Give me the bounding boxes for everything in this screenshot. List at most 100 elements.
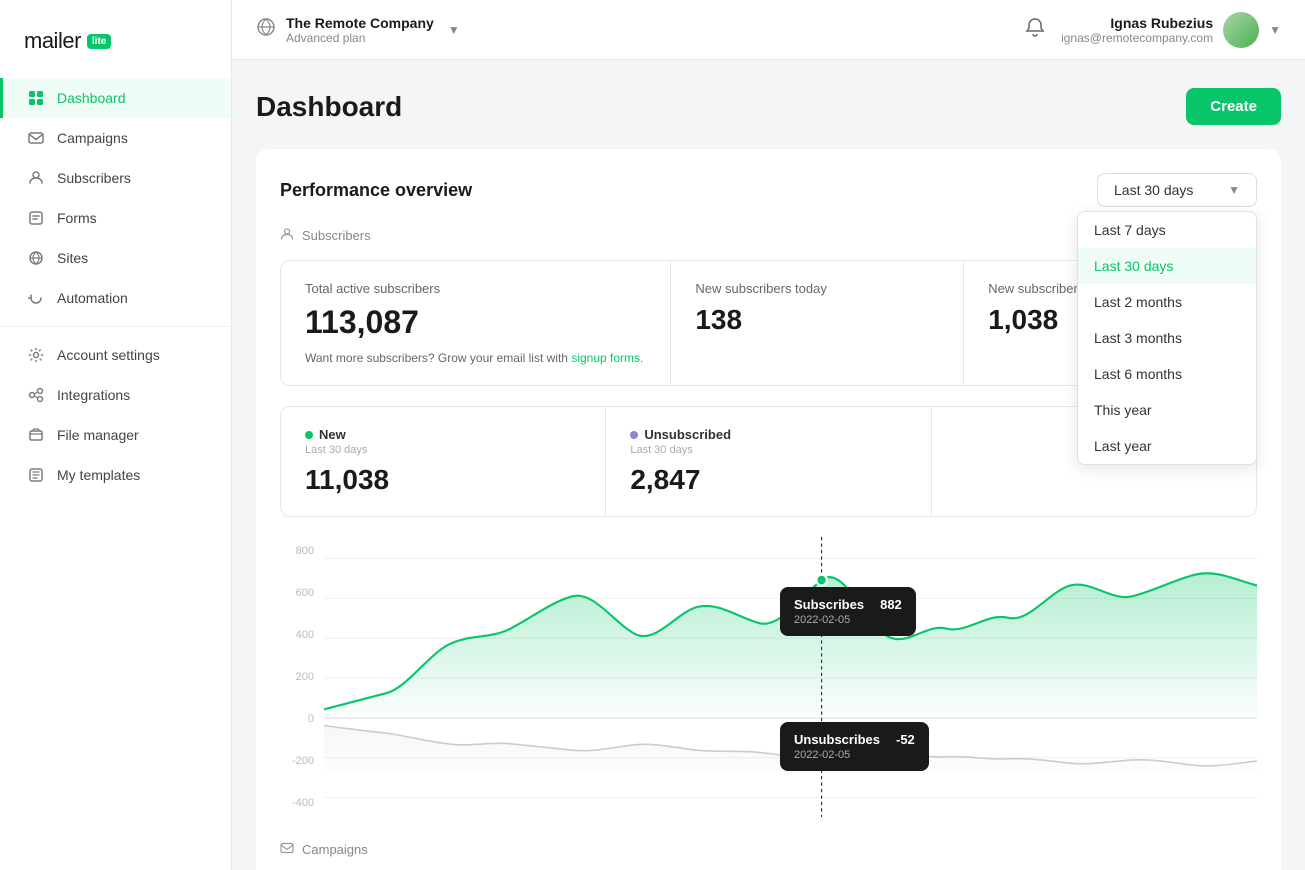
company-details: The Remote Company Advanced plan [286,15,434,45]
dashboard-icon [27,89,45,107]
user-email: ignas@remotecompany.com [1061,31,1213,45]
sidebar-label-dashboard: Dashboard [57,90,126,106]
campaigns-section-label: Campaigns [280,841,1257,858]
new-period: Last 30 days [305,444,581,456]
unsubscribed-label: Unsubscribed [644,427,731,442]
logo-text: mailer [24,28,81,54]
sidebar-item-dashboard[interactable]: Dashboard [0,78,231,118]
main-area: The Remote Company Advanced plan ▼ Ignas… [232,0,1305,870]
company-selector[interactable]: The Remote Company Advanced plan ▼ [256,15,460,45]
sidebar-item-account-settings[interactable]: Account settings [0,335,231,375]
sidebar-item-automation[interactable]: Automation [0,278,231,318]
user-name-email: Ignas Rubezius ignas@remotecompany.com [1061,15,1213,45]
signup-forms-link[interactable]: signup forms. [571,351,643,365]
new-label: New [319,427,346,442]
automation-icon [27,289,45,307]
sidebar-item-campaigns[interactable]: Campaigns [0,118,231,158]
green-marker-dot [816,575,826,586]
unsubscribed-cell: Unsubscribed Last 30 days 2,847 [606,407,931,516]
performance-title: Performance overview [280,180,472,201]
sidebar-label-my-templates: My templates [57,467,140,483]
total-subscribers-value: 113,087 [305,304,646,341]
period-dropdown-wrapper: Last 30 days ▼ Last 7 days Last 30 days … [1097,173,1257,207]
sidebar-item-my-templates[interactable]: My templates [0,455,231,495]
sidebar-label-account-settings: Account settings [57,347,160,363]
account-settings-icon [27,346,45,364]
gray-marker-dot [816,755,826,766]
total-subscribers-cell: Total active subscribers 113,087 Want mo… [281,261,671,385]
logo-area: mailer lite [0,20,231,78]
page-title: Dashboard [256,91,402,123]
sidebar-item-sites[interactable]: Sites [0,238,231,278]
want-more-text: Want more subscribers? Grow your email l… [305,351,646,365]
sites-icon [27,249,45,267]
y-axis: 800 600 400 200 0 -200 -400 [280,537,320,817]
period-dropdown-label: Last 30 days [1114,182,1193,198]
unsubscribed-value: 2,847 [630,464,906,496]
sidebar-label-subscribers: Subscribers [57,170,131,186]
dropdown-chevron-icon: ▼ [1228,183,1240,197]
subscribers-section-text: Subscribers [302,228,371,243]
sidebar-label-file-manager: File manager [57,427,139,443]
forms-icon [27,209,45,227]
company-chevron-icon: ▼ [448,23,460,37]
sidebar-label-integrations: Integrations [57,387,130,403]
period-dropdown-menu: Last 7 days Last 30 days Last 2 months L… [1077,211,1257,465]
total-subscribers-label: Total active subscribers [305,281,646,296]
notification-bell-icon[interactable] [1025,17,1045,42]
sidebar: mailer lite Dashboard Campaigns Subscrib… [0,0,232,870]
sidebar-item-forms[interactable]: Forms [0,198,231,238]
subscribers-section-icon [280,227,294,244]
sidebar-item-subscribers[interactable]: Subscribers [0,158,231,198]
globe-icon [256,17,276,43]
new-cell: New Last 30 days 11,038 [281,407,606,516]
user-info[interactable]: Ignas Rubezius ignas@remotecompany.com ▼ [1061,12,1281,48]
sidebar-item-file-manager[interactable]: File manager [0,415,231,455]
company-plan: Advanced plan [286,31,434,45]
my-templates-icon [27,466,45,484]
dropdown-option-2months[interactable]: Last 2 months [1078,284,1256,320]
nav-divider [0,326,231,327]
campaigns-label-icon [280,841,294,858]
subscribers-chart: 800 600 400 200 0 -200 -400 [280,537,1257,817]
new-subscribers-today-value: 138 [695,304,939,336]
dropdown-option-this-year[interactable]: This year [1078,392,1256,428]
period-dropdown-button[interactable]: Last 30 days ▼ [1097,173,1257,207]
company-name: The Remote Company [286,15,434,31]
new-subscribers-today-cell: New subscribers today 138 [671,261,964,385]
dropdown-option-30days[interactable]: Last 30 days [1078,248,1256,284]
integrations-icon [27,386,45,404]
dropdown-option-6months[interactable]: Last 6 months [1078,356,1256,392]
content-area: Dashboard Create Performance overview La… [232,60,1305,870]
sidebar-label-automation: Automation [57,290,128,306]
user-name: Ignas Rubezius [1061,15,1213,31]
user-area: Ignas Rubezius ignas@remotecompany.com ▼ [1025,12,1281,48]
sidebar-label-sites: Sites [57,250,88,266]
campaigns-icon [27,129,45,147]
dropdown-option-last-year[interactable]: Last year [1078,428,1256,464]
file-manager-icon [27,426,45,444]
unsubscribed-period: Last 30 days [630,444,906,456]
subscribers-icon [27,169,45,187]
new-subscribers-today-label: New subscribers today [695,281,939,296]
sidebar-nav: Dashboard Campaigns Subscribers Forms Si… [0,78,231,495]
new-value: 11,038 [305,464,581,496]
dropdown-option-7days[interactable]: Last 7 days [1078,212,1256,248]
performance-card-header: Performance overview Last 30 days ▼ Last… [280,173,1257,207]
user-avatar [1223,12,1259,48]
unsub-dot [630,431,638,439]
create-button[interactable]: Create [1186,88,1281,125]
sidebar-label-forms: Forms [57,210,97,226]
top-bar: The Remote Company Advanced plan ▼ Ignas… [232,0,1305,60]
logo-badge: lite [87,34,111,49]
green-area [324,573,1257,718]
page-header: Dashboard Create [256,88,1281,125]
chart-svg [324,537,1257,817]
dropdown-option-3months[interactable]: Last 3 months [1078,320,1256,356]
new-dot [305,431,313,439]
sidebar-item-integrations[interactable]: Integrations [0,375,231,415]
sidebar-label-campaigns: Campaigns [57,130,128,146]
logo[interactable]: mailer lite [24,28,207,54]
gray-area [324,725,1257,773]
performance-card: Performance overview Last 30 days ▼ Last… [256,149,1281,870]
